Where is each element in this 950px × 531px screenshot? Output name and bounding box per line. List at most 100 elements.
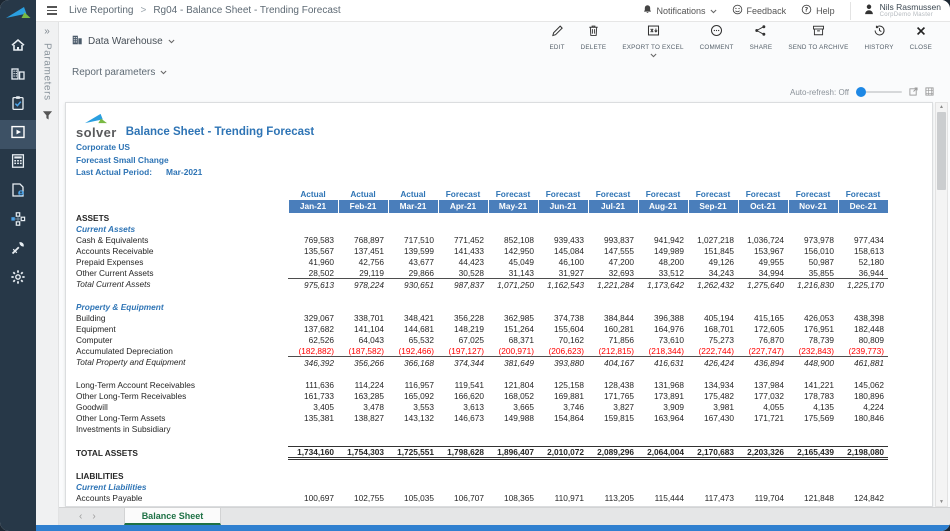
breadcrumb-app[interactable]: Live Reporting	[69, 5, 133, 16]
cell: 3,613	[438, 402, 488, 413]
solver-logo-icon[interactable]	[5, 5, 31, 24]
cell: 141,104	[338, 324, 388, 335]
table-row: Investments in Subsidiary	[76, 424, 888, 435]
comment-button[interactable]: COMMENT	[692, 24, 742, 51]
report-title: Balance Sheet - Trending Forecast	[126, 126, 315, 139]
report-entity: Corporate US	[76, 141, 922, 154]
cell: 149,989	[638, 246, 688, 257]
expand-parameters-button[interactable]: »	[44, 27, 50, 37]
table-row: Other Long-Term Receivables161,733163,28…	[76, 391, 888, 402]
cell: 182,448	[838, 324, 888, 335]
cell: 717,510	[388, 235, 438, 246]
cell: 176,951	[788, 324, 838, 335]
column-type: Forecast	[438, 188, 488, 200]
blank-cell	[76, 459, 888, 471]
hamburger-menu-icon[interactable]	[45, 4, 59, 16]
cell: 119,541	[438, 380, 488, 391]
feedback-button[interactable]: Feedback	[732, 4, 787, 17]
sidebar-item-collaboration[interactable]	[0, 178, 36, 207]
cell: 416,631	[638, 357, 688, 368]
blank-cell	[76, 435, 888, 447]
cell: 36,944	[838, 268, 888, 279]
cell: 73,610	[638, 335, 688, 346]
action-label: EXPORT TO EXCEL	[622, 44, 683, 51]
sidebar-item-applications[interactable]	[0, 62, 36, 91]
edit-button[interactable]: EDIT	[541, 24, 572, 51]
cell: (232,843)	[788, 346, 838, 357]
cell: 168,701	[688, 324, 738, 335]
scroll-down-icon[interactable]: ▼	[939, 499, 944, 505]
cell: 163,964	[638, 413, 688, 424]
cell	[288, 213, 338, 224]
cell	[788, 302, 838, 313]
user-role: CorpDemo Master	[880, 12, 941, 18]
report-parameters-toggle[interactable]: Report parameters	[59, 60, 950, 84]
popout-icon[interactable]	[909, 87, 918, 98]
excel-export-icon	[647, 24, 660, 42]
send-to-archive-button[interactable]: SEND TO ARCHIVE	[780, 24, 856, 51]
column-type: Actual	[338, 188, 388, 200]
sidebar-item-report-viewer[interactable]	[0, 120, 36, 149]
row-label: Other Current Assets	[76, 268, 288, 279]
cell: 121,848	[788, 493, 838, 504]
column-type: Forecast	[688, 188, 738, 200]
cell: 393,880	[538, 357, 588, 368]
cell	[538, 302, 588, 313]
cell: 52,180	[838, 257, 888, 268]
sidebar-nav	[0, 33, 36, 294]
cell: 1,071,250	[488, 279, 538, 290]
column-type: Forecast	[638, 188, 688, 200]
scroll-up-icon[interactable]: ▲	[939, 104, 944, 110]
cell: 461,881	[838, 357, 888, 368]
row-label: Current Assets	[76, 224, 288, 235]
archive-icon	[812, 24, 825, 42]
cell: 180,896	[838, 391, 888, 402]
cell: 436,894	[738, 357, 788, 368]
warehouse-icon	[71, 34, 83, 49]
tab-balance-sheet[interactable]: Balance Sheet	[124, 508, 222, 525]
row-label: LIABILITIES	[76, 471, 288, 482]
corner-cell	[76, 188, 288, 200]
row-label: TOTAL ASSETS	[76, 447, 288, 459]
delete-button[interactable]: DELETE	[573, 24, 615, 51]
autorefresh-toggle[interactable]	[856, 91, 902, 93]
cell: 42,756	[338, 257, 388, 268]
sidebar-item-workflow[interactable]	[0, 207, 36, 236]
share-button[interactable]: SHARE	[742, 24, 781, 51]
column-type: Forecast	[788, 188, 838, 200]
cell: 169,881	[538, 391, 588, 402]
cell	[538, 471, 588, 482]
cell: 35,855	[788, 268, 838, 279]
history-icon	[873, 24, 886, 42]
cell	[338, 482, 388, 493]
cell: 404,167	[588, 357, 638, 368]
sidebar-item-home[interactable]	[0, 33, 36, 62]
table-body: ASSETSCurrent AssetsCash & Equivalents76…	[76, 213, 888, 507]
cell: 67,025	[438, 335, 488, 346]
cell: 771,452	[438, 235, 488, 246]
sidebar-item-admin-tools[interactable]	[0, 236, 36, 265]
tab-next-icon[interactable]: ›	[92, 511, 95, 522]
sidebar-item-budgeting[interactable]	[0, 149, 36, 178]
data-source-selector[interactable]: Data Warehouse	[71, 34, 175, 49]
user-menu[interactable]: Nils Rasmussen CorpDemo Master	[850, 2, 941, 20]
tab-prev-icon[interactable]: ‹	[79, 511, 82, 522]
cell: 1,027,218	[688, 235, 738, 246]
cell: 31,927	[538, 268, 588, 279]
cell	[588, 224, 638, 235]
share-icon	[754, 24, 767, 42]
cell: 100,697	[288, 493, 338, 504]
export-to-excel-button[interactable]: EXPORT TO EXCEL	[614, 24, 691, 58]
grid-view-icon[interactable]	[925, 87, 934, 98]
autorefresh-row: Auto-refresh: Off	[59, 84, 950, 100]
cell: 64,043	[338, 335, 388, 346]
help-button[interactable]: ? Help	[801, 4, 835, 17]
close-button[interactable]: CLOSE	[902, 24, 940, 51]
filter-funnel-icon[interactable]	[42, 110, 53, 121]
sidebar-item-settings[interactable]	[0, 265, 36, 294]
history-button[interactable]: HISTORY	[856, 24, 901, 51]
sidebar-item-assignments[interactable]	[0, 91, 36, 120]
vertical-scrollbar[interactable]: ▲ ▼	[935, 102, 948, 507]
scrollbar-thumb[interactable]	[937, 112, 946, 190]
notifications-button[interactable]: Notifications	[642, 4, 717, 17]
